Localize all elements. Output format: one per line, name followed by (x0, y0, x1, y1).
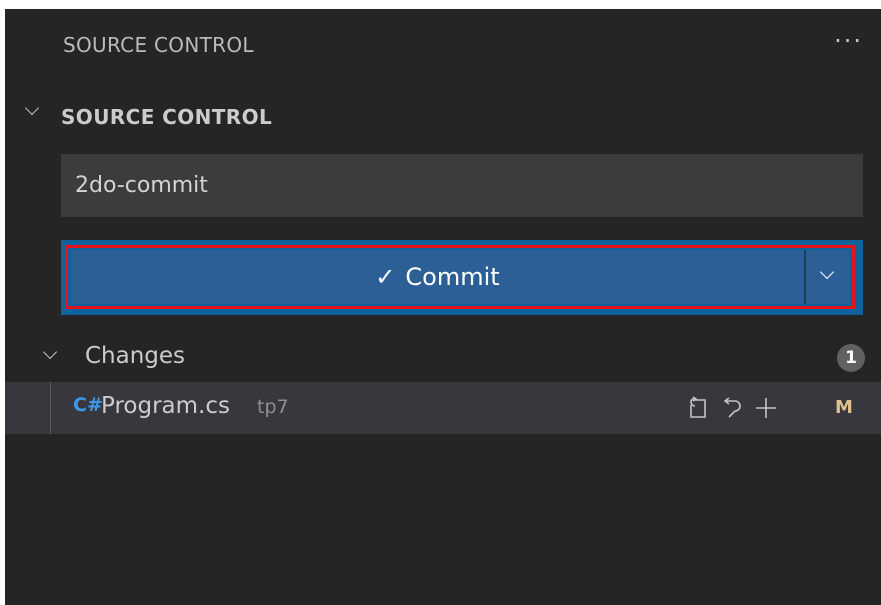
changes-label: Changes (85, 343, 186, 369)
section-title: SOURCE CONTROL (61, 105, 273, 129)
csharp-file-icon: C# (73, 394, 103, 416)
chevron-down-icon (24, 100, 40, 116)
discard-changes-icon[interactable] (715, 386, 749, 430)
commit-dropdown-button[interactable] (806, 250, 850, 304)
file-folder: tp7 (257, 396, 289, 418)
stage-changes-icon[interactable] (749, 386, 783, 430)
section-header-source-control[interactable]: SOURCE CONTROL (5, 85, 881, 145)
source-control-panel: SOURCE CONTROL ··· SOURCE CONTROL 2do-co… (5, 9, 881, 605)
modified-status-badge: M (835, 397, 853, 418)
indent-guide (50, 382, 51, 434)
chevron-down-icon (819, 264, 835, 280)
chevron-down-icon (42, 344, 58, 360)
more-actions-icon[interactable]: ··· (834, 27, 863, 55)
commit-message-input[interactable]: 2do-commit (61, 154, 863, 217)
file-name: Program.cs (101, 393, 230, 419)
commit-button[interactable]: ✓ Commit (71, 250, 804, 304)
view-title: SOURCE CONTROL (63, 33, 254, 57)
changes-count-badge: 1 (837, 344, 865, 372)
open-file-icon[interactable] (681, 386, 715, 430)
commit-button-label: Commit (405, 263, 500, 291)
row-actions (681, 386, 783, 430)
changed-file-row[interactable]: C# Program.cs tp7 M (5, 382, 881, 434)
check-icon: ✓ (375, 263, 396, 291)
view-header: SOURCE CONTROL ··· (5, 9, 881, 85)
changes-group-header[interactable]: Changes 1 (5, 335, 881, 379)
